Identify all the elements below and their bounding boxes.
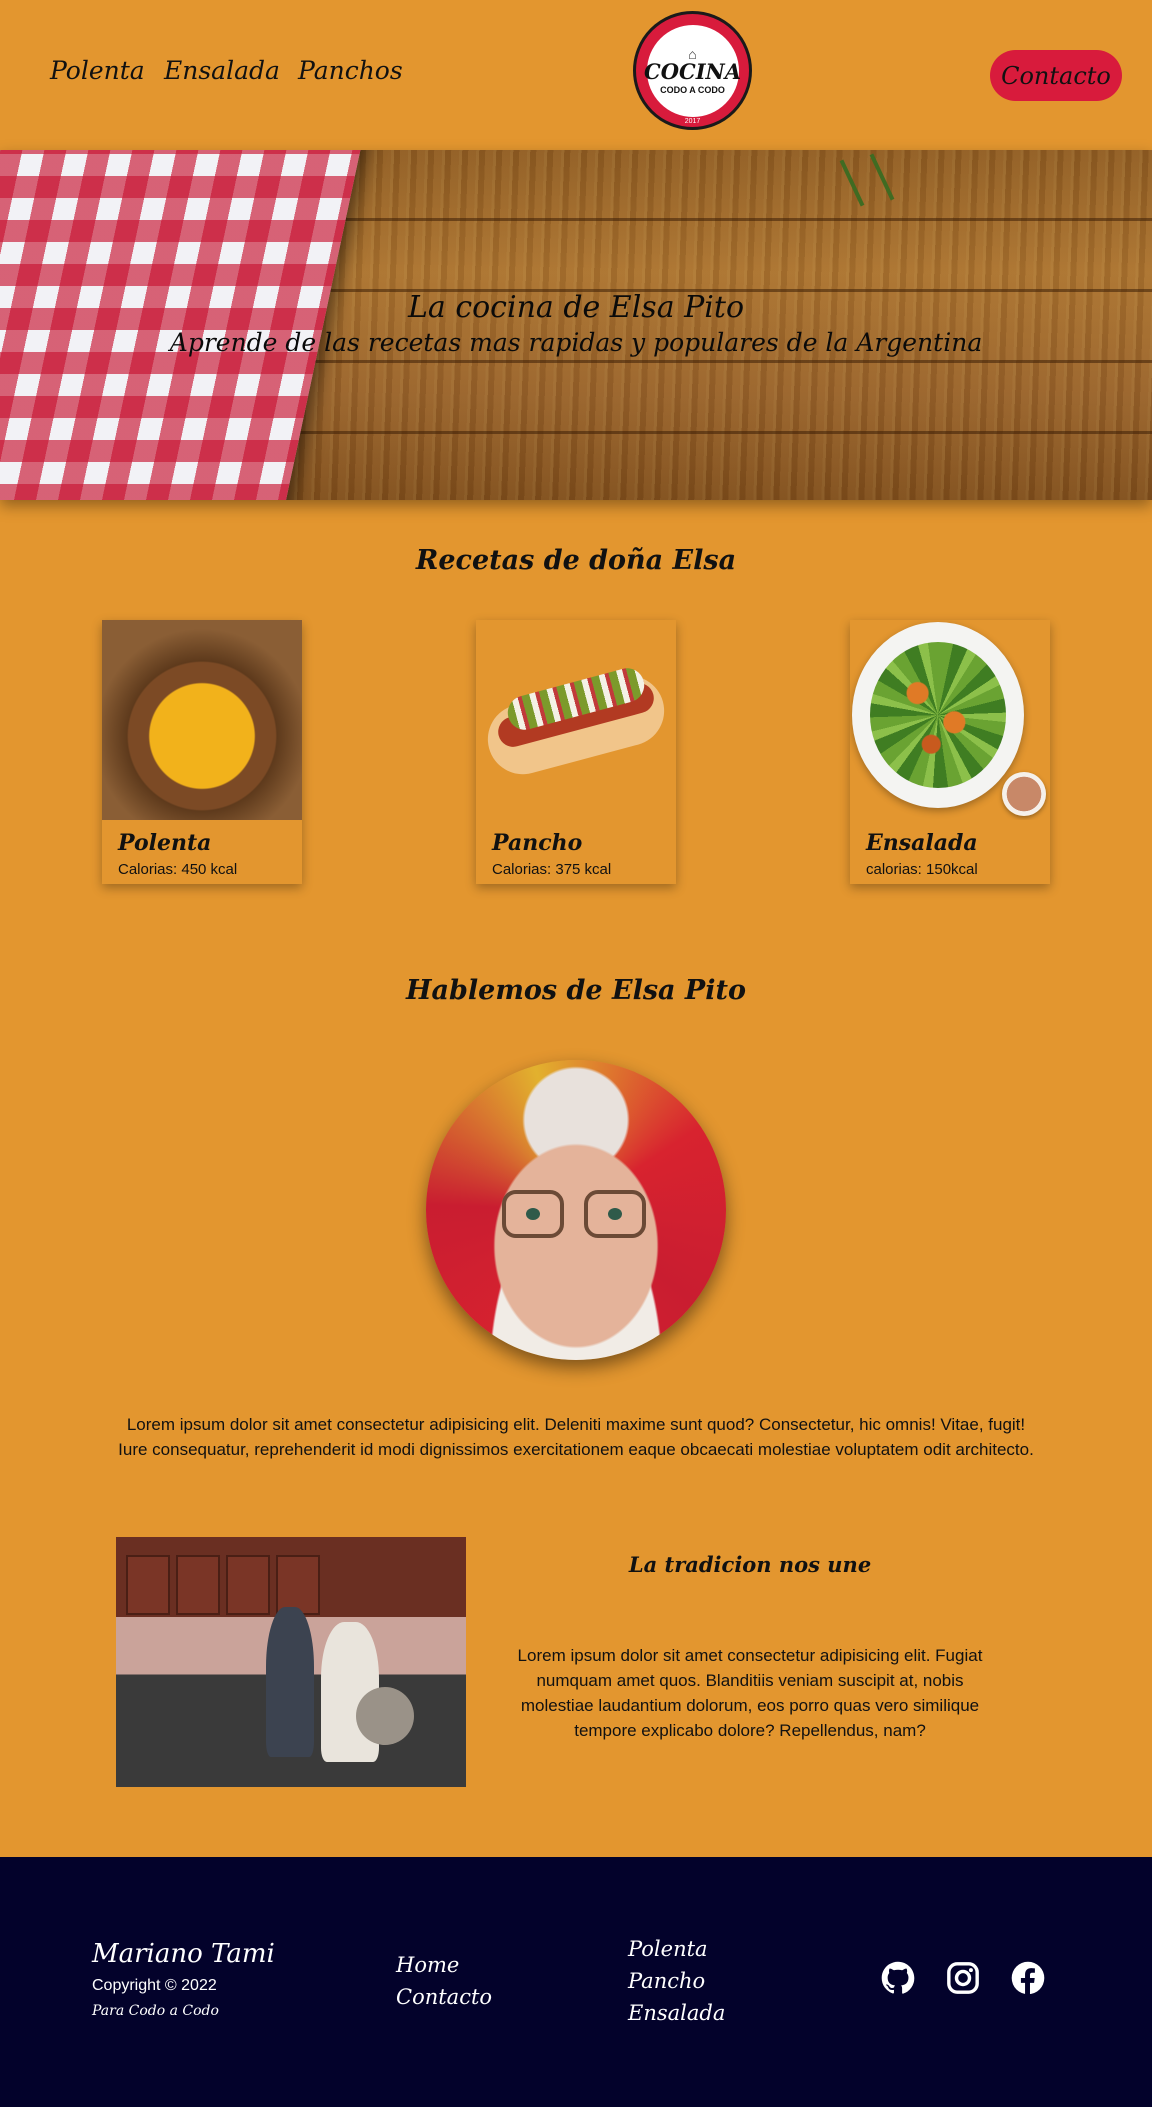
- rosemary-decoration: [839, 159, 865, 207]
- footer-link-contacto[interactable]: Contacto: [396, 1985, 492, 2009]
- cabinet-shape: [226, 1555, 270, 1615]
- footer-link-ensalada[interactable]: Ensalada: [628, 2001, 725, 2025]
- recipe-name: Polenta: [118, 830, 212, 856]
- hero-subtitle: Aprende de las recetas mas rapidas y pop…: [169, 328, 983, 357]
- kitchen-photo: [116, 1537, 466, 1787]
- nav-link-polenta[interactable]: Polenta: [50, 56, 145, 85]
- github-icon[interactable]: [881, 1961, 915, 1995]
- recipe-calories: calorias: 150kcal: [866, 861, 978, 878]
- instagram-icon[interactable]: [946, 1961, 980, 1995]
- footer-copyright: Copyright © 2022: [92, 1977, 217, 1994]
- contact-button[interactable]: Contacto: [990, 50, 1122, 101]
- cabinet-shape: [126, 1555, 170, 1615]
- recipe-card-pancho[interactable]: Pancho Calorias: 375 kcal: [476, 620, 676, 884]
- site-header: Polenta Ensalada Panchos ⌂ COCINA CODO A…: [0, 0, 1152, 150]
- site-logo[interactable]: ⌂ COCINA CODO A CODO 2017: [633, 11, 752, 130]
- checkered-cloth-image: [0, 150, 365, 500]
- nav-link-ensalada[interactable]: Ensalada: [164, 56, 280, 85]
- recipe-calories: Calorias: 375 kcal: [492, 861, 612, 878]
- footer-link-home[interactable]: Home: [396, 1953, 459, 1977]
- facebook-icon[interactable]: [1011, 1961, 1045, 1995]
- eye-shape: [526, 1208, 540, 1220]
- footer-link-polenta[interactable]: Polenta: [628, 1937, 708, 1961]
- footer-for: Para Codo a Codo: [92, 2003, 219, 2019]
- recipe-card-ensalada[interactable]: Ensalada calorias: 150kcal: [850, 620, 1050, 884]
- logo-word: COCINA: [643, 58, 742, 84]
- rosemary-decoration: [869, 153, 895, 201]
- site-footer: Mariano Tami Copyright © 2022 Para Codo …: [0, 1857, 1152, 2107]
- recipe-calories: Calorias: 450 kcal: [118, 861, 238, 878]
- cabinet-shape: [276, 1555, 320, 1615]
- recipe-name: Pancho: [492, 830, 583, 856]
- footer-author: Mariano Tami: [92, 1939, 275, 1969]
- pot-lid-shape: [356, 1687, 414, 1745]
- grandma-portrait: [426, 1060, 726, 1360]
- about-title: Hablemos de Elsa Pito: [406, 975, 746, 1006]
- hero-banner: La cocina de Elsa Pito Aprende de las re…: [0, 150, 1152, 500]
- hero-title: La cocina de Elsa Pito: [407, 290, 745, 325]
- logo-subtitle: CODO A CODO: [660, 84, 725, 95]
- tradition-title: La tradicion nos une: [628, 1552, 872, 1577]
- recipe-card-polenta[interactable]: Polenta Calorias: 450 kcal: [102, 620, 302, 884]
- ensalada-image: [850, 620, 1050, 820]
- about-paragraph: Lorem ipsum dolor sit amet consectetur a…: [118, 1415, 1034, 1459]
- eye-shape: [608, 1208, 622, 1220]
- cabinet-shape: [176, 1555, 220, 1615]
- person-shape: [266, 1607, 314, 1757]
- logo-year: 2017: [684, 118, 701, 125]
- tradition-text: Lorem ipsum dolor sit amet consectetur a…: [517, 1646, 983, 1740]
- nav-link-panchos[interactable]: Panchos: [298, 56, 403, 85]
- dip-bowl-shape: [1002, 772, 1046, 816]
- logo-badge: ⌂ COCINA CODO A CODO: [643, 24, 742, 117]
- recipe-name: Ensalada: [866, 830, 978, 856]
- polenta-image: [102, 620, 302, 820]
- pancho-image: [476, 620, 676, 820]
- salad-shape: [870, 642, 1006, 788]
- recipes-title: Recetas de doña Elsa: [415, 545, 737, 576]
- footer-link-pancho[interactable]: Pancho: [628, 1969, 705, 1993]
